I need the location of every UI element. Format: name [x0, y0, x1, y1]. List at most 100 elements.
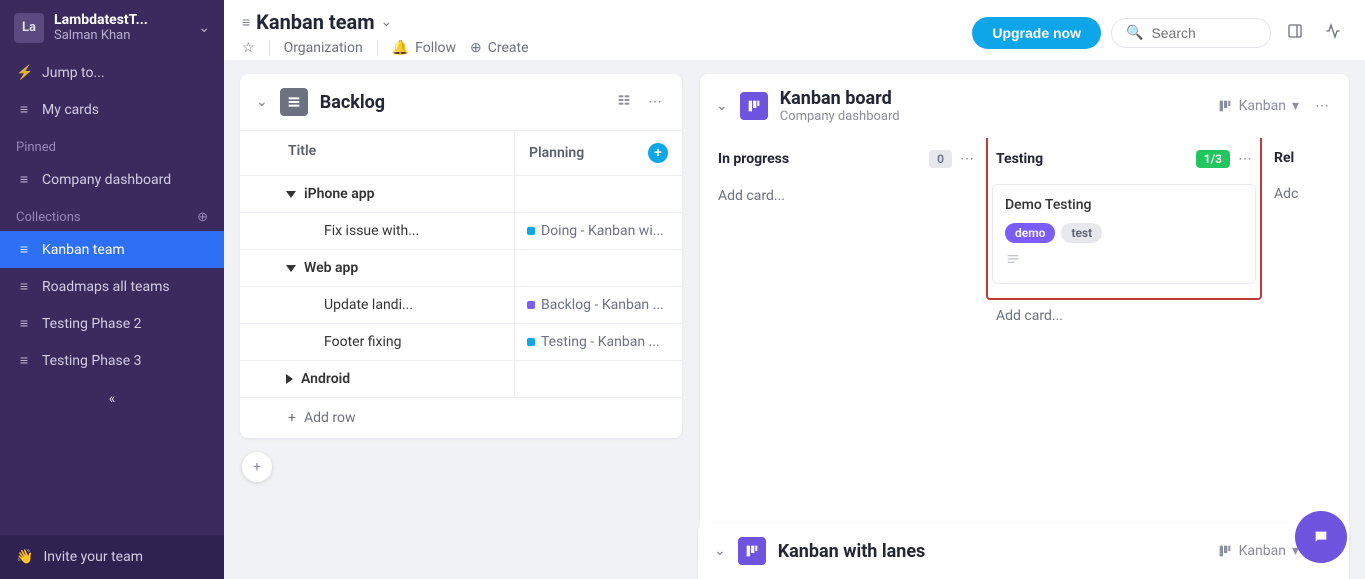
- invite-label: Invite your team: [43, 549, 143, 565]
- pinned-item-label: Company dashboard: [42, 172, 171, 188]
- list-view-icon: [280, 88, 308, 116]
- kanban-column-partial: Rel Adc: [1270, 138, 1320, 551]
- collection-item-roadmaps[interactable]: ≡ Roadmaps all teams: [0, 268, 224, 305]
- bolt-icon: ⚡: [16, 65, 32, 81]
- backlog-title: Backlog: [320, 92, 600, 113]
- workspace-name: LambdatestT...: [54, 12, 188, 28]
- search-input[interactable]: [1151, 25, 1256, 41]
- column-title[interactable]: In progress: [718, 151, 921, 167]
- view-selector[interactable]: Kanban ▾: [1213, 94, 1303, 118]
- user-name: Salman Khan: [54, 28, 188, 43]
- kanban-view-icon: [740, 92, 768, 120]
- plus-circle-icon: ⊕: [470, 40, 482, 56]
- pinned-section-header: Pinned: [0, 128, 224, 161]
- column-count: 0: [929, 150, 952, 168]
- upgrade-button[interactable]: Upgrade now: [972, 17, 1101, 49]
- chat-icon: [1313, 529, 1329, 545]
- add-column-button[interactable]: +: [648, 143, 668, 163]
- panel-icon[interactable]: [1281, 17, 1309, 49]
- collapse-panel-icon[interactable]: ⌄: [714, 543, 726, 559]
- caret-down-icon: [286, 265, 296, 272]
- kanban-icon: [1217, 98, 1233, 114]
- jump-to[interactable]: ⚡ Jump to...: [0, 55, 224, 91]
- board2-title: Kanban with lanes: [778, 541, 1201, 562]
- search-input-wrap[interactable]: 🔍: [1111, 18, 1271, 48]
- kanban-board-panel: ⌄ Kanban board Company dashboard Kanban …: [700, 74, 1349, 565]
- col-header-title[interactable]: Title: [240, 131, 514, 175]
- bell-icon: 🔔: [392, 40, 409, 56]
- backlog-panel: ⌄ Backlog ⋯ Title Planning: [240, 74, 682, 438]
- table-row[interactable]: Android: [240, 361, 682, 398]
- main: ≡ Kanban team ⌄ ☆ Organization 🔔 Follow …: [224, 0, 1365, 579]
- add-card-button[interactable]: Add card...: [992, 300, 1256, 332]
- collapse-sidebar-button[interactable]: «: [0, 379, 224, 419]
- table-row[interactable]: iPhone app: [240, 176, 682, 213]
- plus-icon: +: [288, 410, 296, 426]
- add-card-button[interactable]: Adc: [1270, 178, 1320, 210]
- page-title-button[interactable]: ≡ Kanban team ⌄: [242, 10, 962, 34]
- col-header-planning[interactable]: Planning +: [514, 131, 682, 175]
- kanban-with-lanes-panel: ⌄ Kanban with lanes Kanban ▾ ⋯: [698, 523, 1349, 579]
- table-row[interactable]: Web app: [240, 250, 682, 287]
- list-icon: ≡: [16, 352, 32, 369]
- caret-right-icon: [286, 374, 293, 384]
- star-icon[interactable]: ☆: [242, 40, 255, 56]
- kanban-card[interactable]: Demo Testing demo test: [992, 184, 1256, 284]
- collection-label: Kanban team: [42, 242, 125, 258]
- view-selector[interactable]: Kanban ▾: [1213, 539, 1303, 563]
- add-row-button[interactable]: + Add row: [240, 398, 682, 438]
- my-cards-label: My cards: [42, 102, 99, 118]
- workspace-switcher[interactable]: La LambdatestT... Salman Khan ⌄: [0, 0, 224, 55]
- sidebar: La LambdatestT... Salman Khan ⌄ ⚡ Jump t…: [0, 0, 224, 579]
- column-title[interactable]: Rel: [1274, 150, 1316, 166]
- table-row[interactable]: Footer fixing Testing - Kanban ...: [240, 324, 682, 361]
- collection-item-testing-phase-3[interactable]: ≡ Testing Phase 3: [0, 342, 224, 379]
- content: ⌄ Backlog ⋯ Title Planning: [224, 60, 1365, 579]
- chat-support-button[interactable]: [1295, 511, 1347, 563]
- activity-icon[interactable]: [1319, 17, 1347, 49]
- search-icon: 🔍: [1126, 25, 1143, 41]
- collection-item-testing-phase-2[interactable]: ≡ Testing Phase 2: [0, 305, 224, 342]
- pinned-item-company-dashboard[interactable]: ≡ Company dashboard: [0, 161, 224, 198]
- chevron-down-icon: ⌄: [381, 14, 393, 30]
- chevron-down-icon: ⌄: [198, 20, 210, 36]
- more-icon[interactable]: ⋯: [1238, 151, 1252, 167]
- more-icon[interactable]: ⋯: [644, 90, 666, 114]
- kanban-column-in-progress: In progress 0 ⋯ Add card...: [714, 138, 978, 551]
- workspace-avatar: La: [14, 13, 44, 43]
- organization-link[interactable]: Organization: [284, 40, 363, 56]
- more-icon[interactable]: ⋯: [1311, 94, 1333, 118]
- kanban-column-testing: Testing 1/3 ⋯ Demo Testing demo test: [992, 138, 1256, 551]
- collection-item-kanban-team[interactable]: ≡ Kanban team: [0, 231, 224, 268]
- add-panel-button[interactable]: +: [242, 452, 272, 482]
- jump-to-label: Jump to...: [42, 65, 105, 81]
- add-collection-icon[interactable]: ⊕: [197, 210, 208, 225]
- page-title: Kanban team: [256, 10, 374, 34]
- add-card-button[interactable]: Add card...: [714, 180, 978, 212]
- column-count: 1/3: [1196, 150, 1230, 168]
- table-row[interactable]: Update landi... Backlog - Kanban ...: [240, 287, 682, 324]
- table-row[interactable]: Fix issue with... Doing - Kanban wi...: [240, 213, 682, 250]
- more-icon[interactable]: ⋯: [960, 151, 974, 167]
- list-icon: ≡: [16, 278, 32, 295]
- create-button[interactable]: ⊕ Create: [470, 40, 529, 56]
- invite-team-button[interactable]: 👋 Invite your team: [0, 535, 224, 579]
- card-tag: demo: [1005, 223, 1055, 243]
- description-icon: [1005, 251, 1243, 271]
- collapse-panel-icon[interactable]: ⌄: [256, 94, 268, 110]
- my-cards[interactable]: ≡ My cards: [0, 91, 224, 128]
- topbar: ≡ Kanban team ⌄ ☆ Organization 🔔 Follow …: [224, 0, 1365, 60]
- collection-label: Testing Phase 3: [42, 353, 142, 369]
- card-title: Demo Testing: [1005, 197, 1243, 213]
- collections-section-header: Collections ⊕: [0, 198, 224, 231]
- chevron-down-icon: ▾: [1292, 98, 1299, 114]
- follow-button[interactable]: 🔔 Follow: [392, 40, 456, 56]
- board-subtitle: Company dashboard: [780, 109, 1201, 124]
- view-switch-icon[interactable]: [612, 88, 636, 116]
- caret-down-icon: [286, 191, 296, 198]
- collapse-panel-icon[interactable]: ⌄: [716, 98, 728, 114]
- column-title[interactable]: Testing: [996, 151, 1188, 167]
- collection-label: Testing Phase 2: [42, 316, 142, 332]
- kanban-view-icon: [738, 537, 766, 565]
- list-icon: ≡: [16, 315, 32, 332]
